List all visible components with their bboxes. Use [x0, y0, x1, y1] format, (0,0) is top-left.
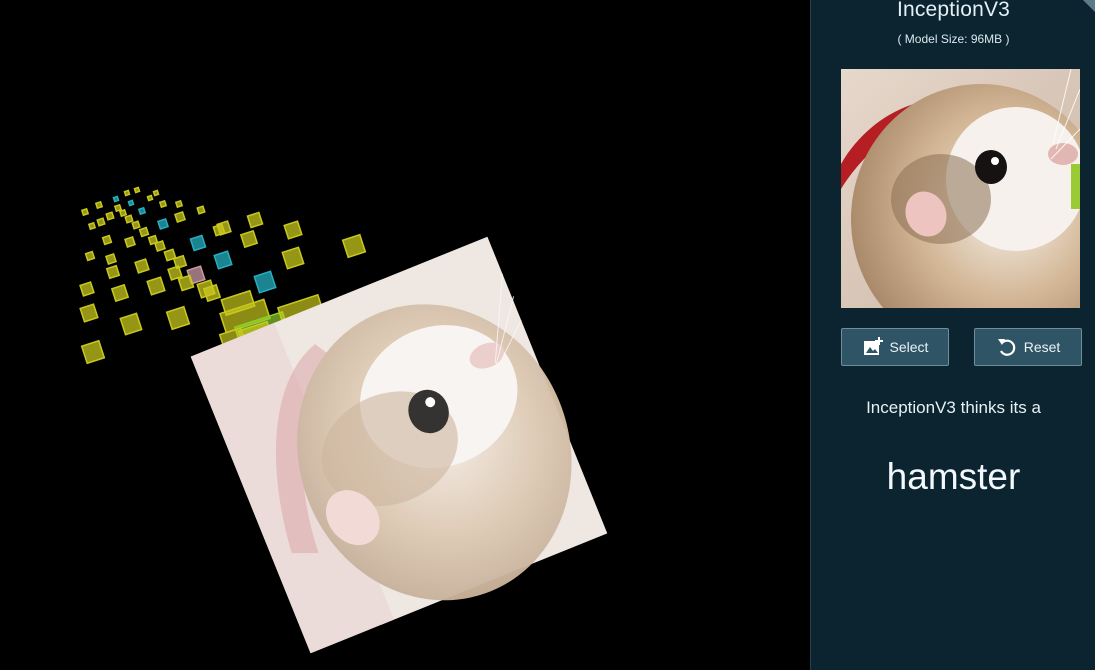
activation-cube — [127, 199, 135, 207]
activation-cube — [105, 264, 121, 280]
network-visualization[interactable] — [0, 0, 810, 670]
select-button[interactable]: Select — [841, 328, 949, 366]
activation-cube — [177, 274, 195, 292]
activation-cube — [212, 223, 226, 237]
reset-button-label: Reset — [1023, 339, 1061, 355]
activation-cube — [239, 229, 259, 249]
select-button-label: Select — [889, 339, 929, 355]
activation-cube — [105, 253, 117, 265]
activation-cube — [341, 233, 367, 259]
activation-cube — [118, 208, 128, 218]
activation-cube — [79, 303, 99, 323]
activation-cube — [94, 200, 104, 210]
reset-icon — [997, 339, 1015, 356]
activation-cube — [202, 283, 222, 303]
activation-cube — [124, 214, 134, 224]
activation-cube — [196, 205, 206, 215]
activation-cube — [253, 270, 277, 294]
activation-cube — [131, 220, 141, 230]
activation-cube — [213, 250, 233, 270]
model-name: InceptionV3 — [896, 0, 1011, 21]
activation-cube — [146, 194, 154, 202]
activation-cube — [157, 218, 169, 230]
add-image-icon — [863, 337, 883, 355]
activation-cube — [87, 221, 97, 231]
activation-cube — [84, 250, 96, 262]
activation-cube — [158, 199, 168, 209]
activation-cube — [113, 203, 123, 213]
activation-cube — [147, 234, 159, 246]
activation-cube — [124, 236, 136, 248]
activation-cube — [137, 206, 147, 216]
model-size: ( Model Size: 96MB ) — [897, 32, 1010, 46]
activation-cube — [165, 305, 191, 331]
activation-cube — [163, 248, 177, 262]
reset-button[interactable]: Reset — [974, 328, 1082, 366]
activation-cube — [283, 220, 303, 240]
activation-cube — [174, 211, 186, 223]
side-panel: InceptionV3 ( Model Size: 96MB ) Select … — [810, 0, 1095, 670]
activation-cube — [96, 217, 106, 227]
prediction-label: hamster — [886, 456, 1021, 497]
activation-cube — [246, 211, 264, 229]
activation-cube — [79, 281, 95, 297]
activation-cube — [189, 234, 207, 252]
input-image-preview — [841, 69, 1080, 308]
activation-cube — [101, 234, 113, 246]
activation-cube — [134, 258, 150, 274]
visualization-canvas[interactable] — [0, 0, 810, 670]
activation-cube — [80, 207, 90, 217]
activation-cube — [110, 283, 130, 303]
activation-cube — [138, 226, 150, 238]
activation-cube — [152, 189, 160, 197]
activation-cube — [167, 265, 183, 281]
activation-cube — [133, 186, 141, 194]
input-image-plane — [190, 236, 608, 654]
activation-cube — [281, 246, 305, 270]
activation-cube — [146, 276, 166, 296]
activation-cube — [174, 199, 184, 209]
activation-cube — [112, 195, 120, 203]
activation-cube — [123, 189, 131, 197]
activation-cube — [119, 312, 143, 336]
activation-cube — [80, 339, 106, 365]
prediction-caption: InceptionV3 thinks its a — [866, 398, 1041, 417]
activation-cube — [105, 211, 115, 221]
